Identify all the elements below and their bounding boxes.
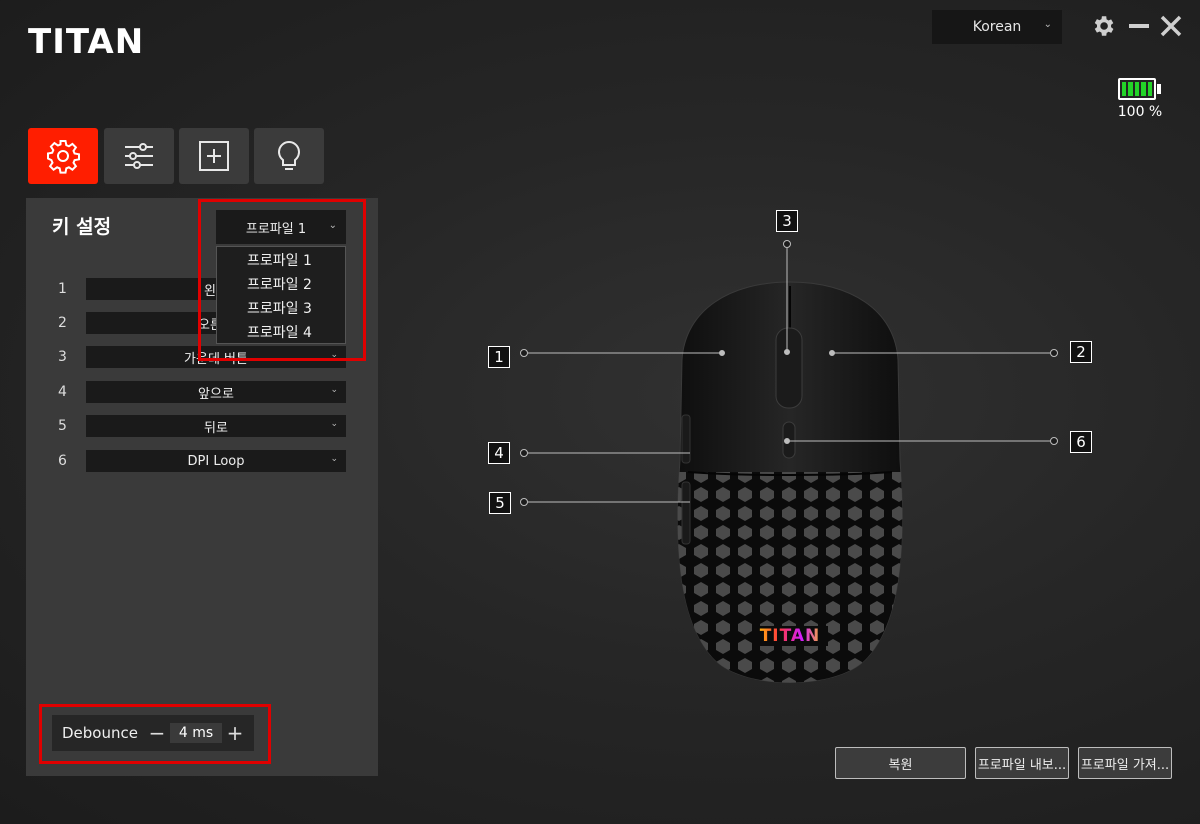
callout-5[interactable]: 5 xyxy=(489,492,511,514)
chevron-down-icon: ⌄ xyxy=(330,454,338,464)
key-4-select[interactable]: 앞으로 ⌄ xyxy=(86,381,346,403)
close-button[interactable] xyxy=(1158,12,1184,40)
battery-cell xyxy=(1147,82,1153,96)
tab-key-settings[interactable] xyxy=(28,128,98,184)
callout-1[interactable]: 1 xyxy=(488,346,510,368)
tab-lighting[interactable] xyxy=(254,128,324,184)
battery-cell xyxy=(1134,82,1140,96)
key-6-select[interactable]: DPI Loop ⌄ xyxy=(86,450,346,472)
battery-cell xyxy=(1122,82,1127,96)
export-profile-button[interactable]: 프로파일 내보... xyxy=(975,747,1069,779)
callout-4[interactable]: 4 xyxy=(488,442,510,464)
mouse-honeycomb xyxy=(677,472,903,683)
tab-performance[interactable] xyxy=(104,128,174,184)
language-select[interactable]: Korean ⌄ xyxy=(932,10,1062,44)
gear-icon xyxy=(47,140,80,174)
lightbulb-icon xyxy=(278,140,300,170)
settings-button[interactable] xyxy=(1090,12,1116,40)
macro-icon xyxy=(199,141,229,171)
sliders-icon xyxy=(125,143,153,169)
close-icon xyxy=(1160,15,1182,37)
language-select-value: Korean xyxy=(972,19,1022,35)
key-4-value: 앞으로 xyxy=(198,386,234,402)
key-number: 4 xyxy=(58,384,67,400)
battery-tip xyxy=(1157,84,1161,94)
battery-percent: 100 % xyxy=(1117,104,1163,120)
key-number: 6 xyxy=(58,453,67,469)
key-number: 3 xyxy=(58,349,67,365)
chevron-down-icon: ⌄ xyxy=(1043,19,1052,30)
mouse-rgb-logo: TITAN xyxy=(754,626,826,646)
key-5-select[interactable]: 뒤로 ⌄ xyxy=(86,415,346,437)
panel-title: 키 설정 xyxy=(52,216,112,238)
key-number: 5 xyxy=(58,418,67,434)
minimize-button[interactable] xyxy=(1126,12,1152,40)
key-6-value: DPI Loop xyxy=(187,453,245,469)
battery-indicator xyxy=(1118,78,1156,100)
annotation-highlight xyxy=(39,704,271,764)
battery-cell xyxy=(1128,82,1133,96)
key-5-value: 뒤로 xyxy=(204,420,228,436)
annotation-highlight xyxy=(198,199,366,361)
callout-6[interactable]: 6 xyxy=(1070,431,1092,453)
callout-3[interactable]: 3 xyxy=(776,210,798,232)
key-number: 2 xyxy=(58,315,67,331)
minimize-icon xyxy=(1129,24,1149,28)
chevron-down-icon: ⌄ xyxy=(330,385,338,395)
chevron-down-icon: ⌄ xyxy=(330,419,338,429)
tab-macro[interactable] xyxy=(179,128,249,184)
scroll-wheel xyxy=(775,327,803,409)
callout-2[interactable]: 2 xyxy=(1070,341,1092,363)
key-number: 1 xyxy=(58,281,67,297)
titan-logo: TITAN xyxy=(28,22,145,62)
import-profile-button[interactable]: 프로파일 가져... xyxy=(1078,747,1172,779)
restore-button[interactable]: 복원 xyxy=(835,747,966,779)
battery-cell xyxy=(1141,82,1146,96)
gear-icon xyxy=(1094,16,1114,36)
